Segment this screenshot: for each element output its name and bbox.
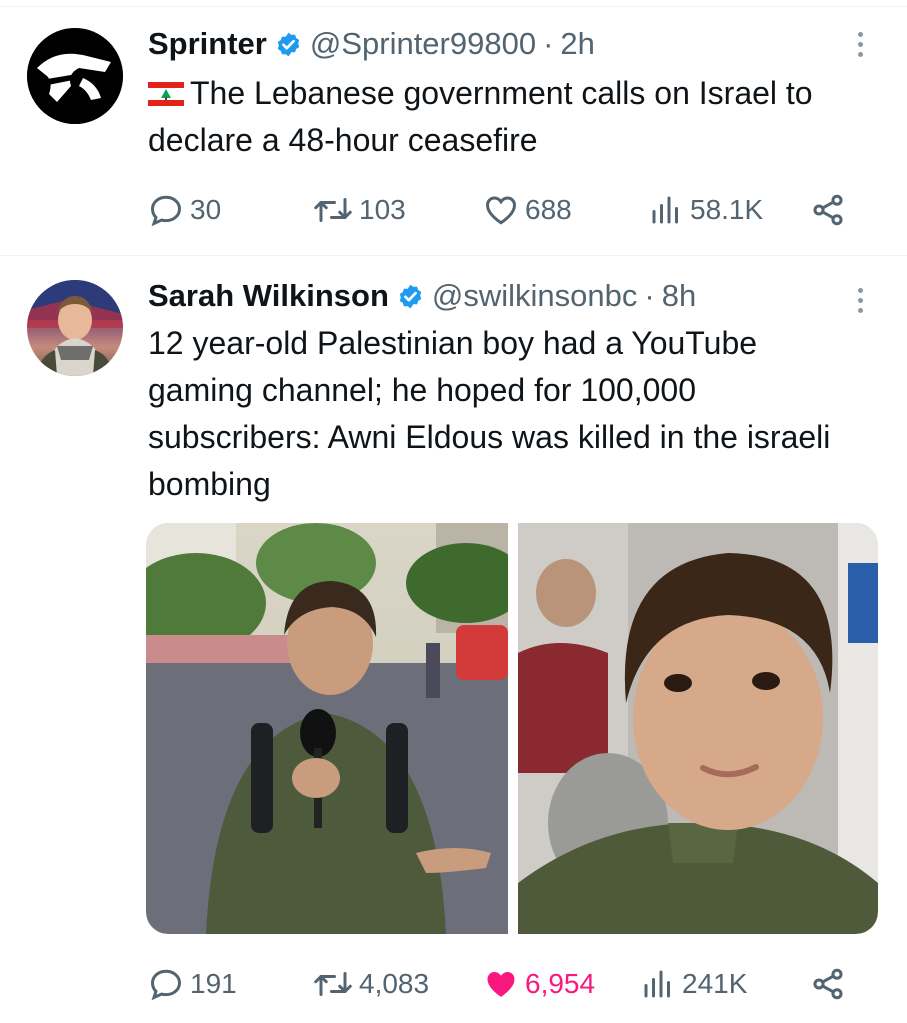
repost-icon — [314, 198, 352, 222]
post-time[interactable]: 2h — [560, 26, 594, 62]
author-name[interactable]: Sprinter — [148, 26, 267, 62]
repost-button[interactable]: 103 — [313, 188, 406, 232]
repost-count: 103 — [359, 194, 406, 225]
like-button[interactable]: 6,954 — [483, 962, 595, 1006]
action-bar: 191 4,083 6,954 241K — [148, 962, 868, 1006]
post-time[interactable]: 8h — [662, 278, 696, 314]
reply-button[interactable]: 191 — [148, 962, 237, 1006]
repost-count: 4,083 — [359, 968, 430, 999]
reply-icon — [150, 195, 182, 227]
views-button[interactable]: 58.1K — [648, 188, 763, 232]
repost-icon — [314, 972, 352, 996]
tweet-header: Sprinter @Sprinter99800 · 2h — [148, 22, 595, 66]
author-name[interactable]: Sarah Wilkinson — [148, 278, 389, 314]
tweet-header: Sarah Wilkinson @swilkinsonbc · 8h — [148, 274, 696, 318]
avatar[interactable] — [27, 28, 123, 124]
share-button[interactable] — [810, 962, 846, 1006]
view-count: 58.1K — [690, 194, 764, 225]
like-count: 6,954 — [525, 968, 596, 999]
views-icon — [652, 196, 678, 224]
share-icon — [813, 968, 843, 1000]
like-count: 688 — [525, 194, 572, 225]
like-icon — [485, 196, 517, 225]
tweet-text: The Lebanese government calls on Israel … — [148, 70, 868, 164]
tweet-text-content: The Lebanese government calls on Israel … — [148, 75, 813, 158]
tweet-sarah-wilkinson[interactable]: Sarah Wilkinson @swilkinsonbc · 8h 12 ye… — [0, 256, 907, 1023]
media-grid — [146, 523, 878, 934]
like-button[interactable]: 688 — [483, 188, 572, 232]
author-handle[interactable]: @swilkinsonbc — [432, 278, 637, 314]
media-image-1[interactable] — [146, 523, 508, 934]
more-icon[interactable] — [850, 280, 870, 320]
more-icon[interactable] — [850, 24, 870, 64]
media-image-2[interactable] — [518, 523, 878, 934]
boy-portrait-photo — [518, 523, 878, 934]
views-icon — [644, 970, 670, 998]
author-handle[interactable]: @Sprinter99800 — [310, 26, 536, 62]
header-separator: · — [543, 26, 554, 61]
verified-badge-icon — [277, 32, 300, 56]
tweet-sprinter[interactable]: Sprinter @Sprinter99800 · 2h The Lebanes… — [0, 0, 907, 255]
views-button[interactable]: 241K — [640, 962, 747, 1006]
view-count: 241K — [682, 968, 748, 999]
avatar[interactable] — [27, 280, 123, 376]
tweet-text: 12 year-old Palestinian boy had a YouTub… — [148, 325, 831, 502]
share-button[interactable] — [810, 188, 846, 232]
reply-icon — [150, 969, 182, 1001]
reply-button[interactable]: 30 — [148, 188, 221, 232]
boy-reporting-photo — [146, 523, 508, 934]
like-icon — [487, 972, 515, 997]
verified-badge-icon — [399, 284, 422, 308]
reply-count: 191 — [190, 968, 237, 999]
reply-count: 30 — [190, 194, 222, 225]
share-icon — [813, 194, 843, 226]
profile-photo — [27, 280, 123, 376]
action-bar: 30 103 688 58.1K — [148, 188, 868, 232]
sprinter-logo-icon — [27, 28, 123, 124]
repost-button[interactable]: 4,083 — [313, 962, 429, 1006]
lebanon-flag-icon — [148, 82, 184, 106]
header-separator: · — [644, 278, 655, 313]
